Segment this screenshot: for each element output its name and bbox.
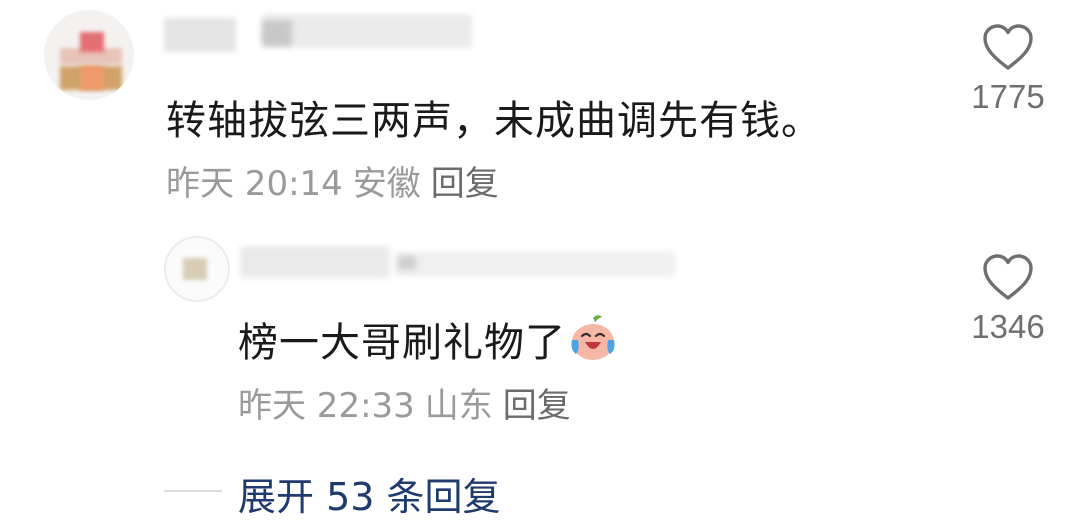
heart-outline-icon[interactable] [982, 24, 1034, 72]
comment-section: 转轴拔弦三两声，未成曲调先有钱。 昨天 20:14 安徽 回复 1775 榜一大哥刷… [0, 0, 1080, 524]
replier-avatar[interactable] [164, 236, 230, 302]
comment-like[interactable]: 1775 [958, 24, 1058, 116]
reply-text: 榜一大哥刷礼物了 [238, 320, 566, 366]
comment-time: 昨天 20:14 [166, 164, 343, 204]
comment-location: 安徽 [352, 164, 421, 204]
expand-divider [164, 490, 222, 492]
expand-replies-button[interactable]: 展开 53 条回复 [238, 466, 501, 521]
reply-meta: 昨天 22:33 山东 回复 [238, 378, 581, 427]
commenter-avatar[interactable] [44, 10, 134, 100]
crying-laughing-emoji-icon [568, 314, 618, 374]
comment-like-count: 1775 [971, 78, 1045, 115]
reply-like[interactable]: 1346 [958, 254, 1058, 346]
reply-like-count: 1346 [971, 308, 1045, 345]
reply-location: 山东 [424, 386, 493, 426]
reply-button[interactable]: 回复 [431, 164, 499, 204]
reply-text-row: 榜一大哥刷礼物了 [238, 310, 618, 374]
reply-time: 昨天 22:33 [238, 386, 415, 426]
reply-reply-button[interactable]: 回复 [503, 386, 571, 426]
comment-meta: 昨天 20:14 安徽 回复 [166, 156, 509, 205]
comment-text: 转轴拔弦三两声，未成曲调先有钱。 [166, 98, 822, 144]
heart-outline-icon[interactable] [982, 254, 1034, 302]
